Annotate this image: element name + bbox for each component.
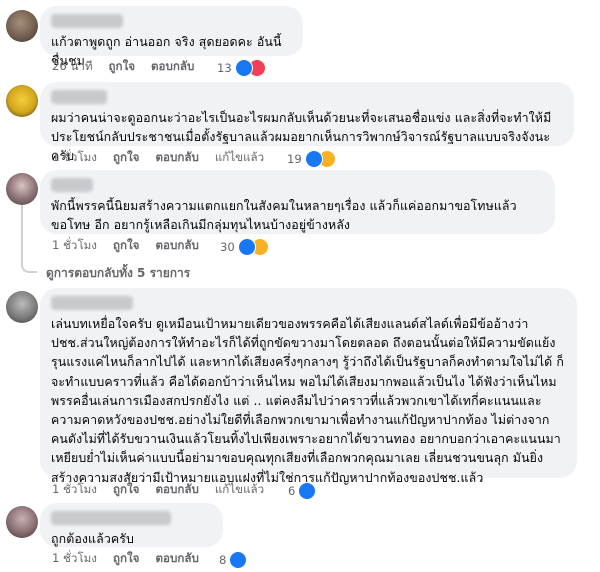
like-button[interactable]: ถูกใจ bbox=[113, 237, 140, 255]
reaction-count: 13 bbox=[217, 61, 232, 75]
reaction-count: 30 bbox=[220, 240, 235, 254]
like-button[interactable]: ถูกใจ bbox=[113, 149, 140, 167]
avatar[interactable] bbox=[6, 173, 38, 205]
like-button[interactable]: ถูกใจ bbox=[113, 550, 140, 568]
comment-text: ถูกต้องแล้วครับ bbox=[51, 531, 134, 546]
reaction-count: 19 bbox=[287, 152, 302, 166]
like-button[interactable]: ถูกใจ bbox=[113, 481, 140, 499]
avatar[interactable] bbox=[6, 10, 38, 42]
like-icon bbox=[234, 59, 253, 77]
reaction-count: 6 bbox=[288, 484, 296, 498]
like-icon bbox=[304, 150, 323, 168]
reply-button[interactable]: ตอบกลับ bbox=[155, 550, 198, 568]
comment-actions: 1 ชั่วโมง ถูกใจ ตอบกลับ bbox=[52, 236, 215, 256]
avatar[interactable] bbox=[6, 291, 38, 323]
comment-text: พักนี้พรรคนี้นิยมสร้างความแตกแยกในสังคมใ… bbox=[51, 198, 517, 233]
thread-line bbox=[21, 205, 23, 261]
like-icon bbox=[237, 238, 256, 256]
comment-bubble: แก้วตาพูดถูก อ่านออก จริง สุดยอดคะ อันนี… bbox=[40, 6, 303, 68]
comment-bubble: ถูกต้องแล้วครับ bbox=[40, 503, 223, 547]
reaction-summary[interactable]: 30 bbox=[220, 238, 269, 256]
view-replies-link[interactable]: ดูการตอบกลับทั้ง 5 รายการ bbox=[46, 264, 190, 283]
commenter-name-blurred[interactable] bbox=[51, 90, 107, 104]
commenter-name-blurred[interactable] bbox=[51, 511, 171, 525]
like-button[interactable]: ถูกใจ bbox=[109, 58, 136, 76]
comment-actions: 1 ชั่วโมง ถูกใจ ตอบกลับ แก้ไขแล้ว bbox=[52, 480, 280, 500]
comment-bubble: เล่นบทเหยื่อใจครับ ดูเหมือนเป้าหมายเดียว… bbox=[40, 288, 577, 485]
comment-time[interactable]: 1 ชั่วโมง bbox=[52, 149, 97, 167]
reply-button[interactable]: ตอบกลับ bbox=[155, 481, 198, 499]
reply-button[interactable]: ตอบกลับ bbox=[155, 149, 198, 167]
like-icon bbox=[298, 482, 317, 500]
comment-bubble: ผมว่าคนน่าจะดูออกนะว่าอะไรเป็นอะไรผมกลับ… bbox=[40, 82, 574, 163]
reaction-summary[interactable]: 8 bbox=[219, 551, 248, 569]
like-icon bbox=[229, 551, 248, 569]
comment-bubble: พักนี้พรรคนี้นิยมสร้างความแตกแยกในสังคมใ… bbox=[40, 170, 555, 234]
reply-button[interactable]: ตอบกลับ bbox=[155, 237, 198, 255]
comment-actions: 26 นาที ถูกใจ ตอบกลับ bbox=[52, 57, 210, 77]
comment-time[interactable]: 1 ชั่วโมง bbox=[52, 550, 97, 568]
thread-connector bbox=[21, 261, 37, 273]
comment-time[interactable]: 1 ชั่วโมง bbox=[52, 237, 97, 255]
comment-actions: 1 ชั่วโมง ถูกใจ ตอบกลับ แก้ไขแล้ว bbox=[52, 148, 280, 168]
edited-label: แก้ไขแล้ว bbox=[214, 150, 265, 164]
avatar[interactable] bbox=[6, 85, 38, 117]
reaction-summary[interactable]: 19 bbox=[287, 150, 336, 168]
reaction-count: 8 bbox=[219, 553, 227, 567]
reaction-summary[interactable]: 13 bbox=[217, 59, 266, 77]
commenter-name-blurred[interactable] bbox=[51, 296, 133, 310]
avatar[interactable] bbox=[6, 506, 38, 538]
edited-label: แก้ไขแล้ว bbox=[214, 482, 265, 496]
reply-button[interactable]: ตอบกลับ bbox=[151, 58, 194, 76]
comment-text: เล่นบทเหยื่อใจครับ ดูเหมือนเป้าหมายเดียว… bbox=[51, 316, 564, 485]
comment-time[interactable]: 1 ชั่วโมง bbox=[52, 481, 97, 499]
reaction-summary[interactable]: 6 bbox=[288, 482, 317, 500]
comment-actions: 1 ชั่วโมง ถูกใจ ตอบกลับ bbox=[52, 549, 215, 569]
commenter-name-blurred[interactable] bbox=[51, 178, 93, 192]
commenter-name-blurred[interactable] bbox=[51, 14, 123, 28]
comment-time[interactable]: 26 นาที bbox=[52, 58, 93, 76]
